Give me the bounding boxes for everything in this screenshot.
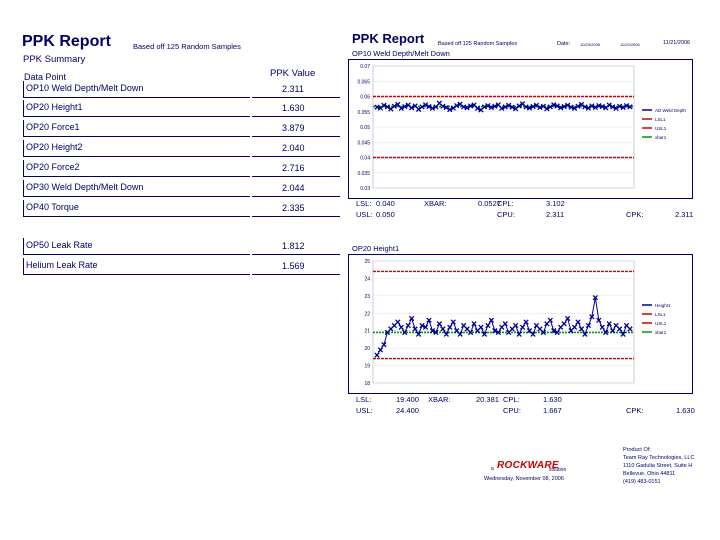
y-tick-label: 23	[364, 294, 370, 300]
chart1-stats: LSL: 0.040 XBAR: 0.0527 CPL: 3.102 USL: 0.05…	[356, 199, 694, 219]
ppk-row-label: OP20 Height1	[26, 102, 83, 112]
company-info: Product Of: Team Ray Technologies, LLC 1…	[623, 446, 694, 486]
ppk-row-value: 1.812	[282, 241, 305, 251]
legend-label: USL1	[655, 321, 667, 326]
date-label: Date:	[557, 41, 571, 47]
ppk-value-underline	[252, 254, 340, 255]
chart2-usl: 24.400	[396, 406, 419, 415]
chart2-title: OP20 Height1	[352, 244, 400, 253]
chart1-cpl: 3.102	[546, 199, 565, 208]
ppk-row: OP30 Weld Depth/Melt Down	[23, 180, 250, 197]
ppk-row: OP20 Force1	[23, 120, 250, 137]
chart1-usl: 0.050	[376, 210, 395, 219]
company-name: Team Ray Technologies, LLC	[623, 455, 695, 461]
chart2-frame: 25 24 23 22 21 20 19 18 Height1 LSL1 USL1 xbar1	[348, 254, 693, 394]
ppk-value-underline	[252, 116, 340, 117]
y-tick-label: 0.04	[360, 156, 370, 162]
company-phone: (419) 483-0151	[623, 479, 661, 485]
product-of-label: Product Of:	[623, 447, 651, 453]
y-tick-label: 22	[364, 311, 370, 317]
left-report-subtitle: Based off 125 Random Samples	[133, 42, 241, 51]
right-report-title: PPK Report	[352, 31, 425, 46]
footer-company-prefix: a	[491, 466, 494, 472]
legend-label: xbar1	[655, 135, 667, 140]
y-tick-label: 25	[364, 259, 370, 265]
ppk-value-underline	[252, 136, 340, 137]
chart1-plot: 0.07 0.065 0.06 0.055 0.05 0.045 0.04 0.035 0.03…	[357, 64, 686, 192]
ppk-value-underline	[252, 196, 340, 197]
legend-label: LSL1	[655, 312, 666, 317]
chart1-lsl: 0.040	[376, 199, 395, 208]
ppk-row-value: 1.569	[282, 261, 305, 271]
y-tick-label: 0.06	[360, 95, 370, 101]
ppk-row-value: 2.044	[282, 183, 305, 193]
right-report-subtitle: Based off 125 Random Samples	[438, 41, 518, 47]
chart1-cpk: 2.311	[675, 210, 694, 219]
ppk-row-label: OP20 Height2	[26, 142, 83, 152]
ppk-value-underline	[252, 176, 340, 177]
ppk-row-label: OP40 Torque	[26, 202, 79, 212]
ppk-row: OP10 Weld Depth/Melt Down	[23, 81, 250, 98]
chart2-cpu: 1.667	[543, 406, 562, 415]
ppk-row-label: OP10 Weld Depth/Melt Down	[26, 83, 144, 93]
date-from: 10/23/2006	[580, 42, 601, 47]
y-tick-label: 0.05	[360, 125, 370, 131]
chart1-title: OP10 Weld Depth/Melt Down	[352, 49, 450, 58]
ppk-row-label: OP20 Force2	[26, 162, 80, 172]
col-ppk-value-header: PPK Value	[270, 68, 316, 79]
chart2-cpk: 1.630	[676, 406, 695, 415]
chart2-xbar: 20.381	[476, 395, 499, 404]
ppk-row-value: 2.335	[282, 203, 305, 213]
y-tick-label: 19	[364, 364, 370, 370]
y-tick-label: 21	[364, 329, 370, 335]
ppk-row-value: 2.716	[282, 163, 305, 173]
chart2-stats: LSL: 19.400 XBAR: 20.381 CPL: 1.630 USL: 24.…	[356, 395, 695, 415]
chart2-cpl: 1.630	[543, 395, 562, 404]
left-report-title: PPK Report	[22, 33, 111, 50]
legend-label: AD Weld Depth	[655, 108, 686, 113]
date-to: 11/20/2006	[620, 42, 640, 47]
ppk-row: Helium Leak Rate	[23, 258, 250, 275]
chart1-frame: 0.07 0.065 0.06 0.055 0.05 0.045 0.04 0.035 0.03…	[348, 59, 693, 199]
ppk-row: OP20 Force2	[23, 160, 250, 177]
ppk-value-underline	[252, 274, 340, 275]
y-tick-label: 0.07	[360, 64, 370, 70]
chart2-lsl: 19.400	[396, 395, 419, 404]
ppk-row-label: Helium Leak Rate	[26, 260, 98, 270]
ppk-value-underline	[252, 216, 340, 217]
ppk-row-label: OP20 Force1	[26, 122, 80, 132]
company-address2: Bellevue, Ohio 44811	[623, 471, 676, 477]
company-address1: 1110 Gadulia Street, Suite H	[623, 463, 693, 469]
y-tick-label: 0.065	[357, 79, 370, 85]
ppk-row: OP20 Height1	[23, 100, 250, 117]
ppk-row: OP20 Height2	[23, 140, 250, 157]
ppk-row-value: 3.879	[282, 123, 305, 133]
legend-label: xbar1	[655, 330, 667, 335]
ppk-row-value: 1.630	[282, 103, 305, 113]
y-tick-label: 0.055	[357, 110, 370, 116]
chart2-plot: 25 24 23 22 21 20 19 18 Height1 LSL1 USL1 xbar1	[364, 259, 671, 387]
legend-label: USL1	[655, 126, 667, 131]
ppk-value-underline	[252, 156, 340, 157]
y-tick-label: 20	[364, 346, 370, 352]
ppk-row-value: 2.311	[282, 84, 304, 94]
ppk-row-label: OP50 Leak Rate	[26, 240, 93, 250]
ppk-row-value: 2.040	[282, 143, 305, 153]
footer-solution: solution	[549, 467, 567, 473]
date-end: 11/21/2006	[663, 40, 691, 46]
y-tick-label: 0.035	[357, 171, 370, 177]
ppk-row: OP50 Leak Rate	[23, 238, 250, 255]
y-tick-label: 24	[364, 276, 370, 282]
chart1-cpu: 2.311	[546, 210, 565, 219]
ppk-row: OP40 Torque	[23, 200, 250, 217]
ppk-summary-label: PPK Summary	[23, 54, 86, 65]
y-tick-label: 18	[364, 381, 370, 387]
legend-label: LSL1	[655, 117, 666, 122]
legend-label: Height1	[655, 303, 671, 308]
ppk-value-underline	[252, 97, 340, 98]
y-tick-label: 0.03	[360, 186, 370, 192]
y-tick-label: 0.045	[357, 140, 370, 146]
ppk-row-label: OP30 Weld Depth/Melt Down	[26, 182, 144, 192]
footer-date: Wednesday, November 08, 2006	[484, 476, 564, 482]
